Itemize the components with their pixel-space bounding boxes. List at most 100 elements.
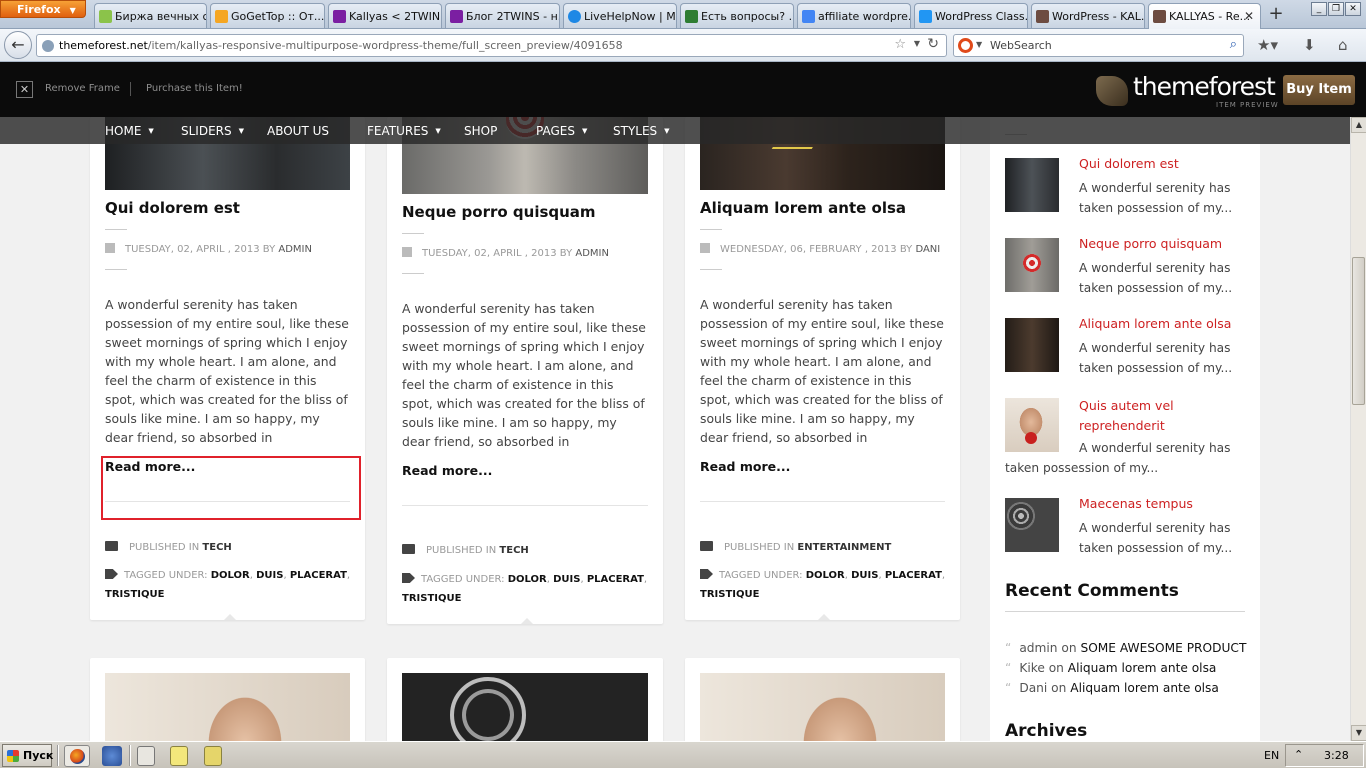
app-icon[interactable] (204, 746, 222, 766)
post-thumbnail[interactable] (1005, 318, 1059, 372)
firefox-menu-button[interactable]: Firefox ▼ (0, 0, 86, 18)
post-category: PUBLISHED IN TECH (402, 544, 529, 556)
popular-post-title[interactable]: Neque porro quisquam (1079, 236, 1222, 251)
menu-item-shop[interactable]: SHOP (464, 124, 497, 138)
minimize-window-button[interactable]: _ (1311, 2, 1327, 16)
clock[interactable]: 3:28 (1324, 749, 1349, 762)
favicon-icon (99, 10, 112, 23)
post-title[interactable]: Aliquam lorem ante olsa (700, 199, 906, 217)
tag-link[interactable]: DOLOR (211, 570, 250, 581)
category-link[interactable]: TECH (202, 542, 231, 553)
popular-post-title[interactable]: Aliquam lorem ante olsa (1079, 316, 1231, 331)
popular-post-title[interactable]: Maecenas tempus (1079, 496, 1193, 511)
bookmarks-icon[interactable]: ★▾ (1257, 36, 1278, 54)
back-button[interactable]: ← (4, 31, 32, 59)
themeforest-leaf-icon (1096, 76, 1128, 106)
close-tab-icon[interactable]: ✕ (1244, 9, 1254, 23)
purchase-item-link[interactable]: Purchase this Item! (146, 83, 243, 94)
comment-post-link[interactable]: Aliquam lorem ante olsa (1070, 681, 1219, 695)
system-tray: ⌃ 3:28 (1285, 744, 1364, 767)
tag-link[interactable]: PLACERAT (885, 570, 942, 581)
tag-link[interactable]: TRISTIQUE (402, 593, 461, 604)
browser-tab[interactable]: Kallyas < 2TWIN... (328, 3, 442, 28)
calculator-icon[interactable] (137, 746, 155, 766)
post-image[interactable] (105, 673, 350, 741)
post-thumbnail[interactable] (1005, 158, 1059, 212)
taskbar-firefox-button[interactable] (64, 745, 90, 767)
site-identity-icon[interactable] (42, 40, 54, 52)
restore-window-button[interactable]: ❐ (1328, 2, 1344, 16)
tray-expand-icon[interactable]: ⌃ (1294, 748, 1303, 761)
tag-link[interactable]: DOLOR (806, 570, 845, 581)
bookmark-star-icon[interactable]: ☆ (894, 37, 906, 52)
menu-item-home[interactable]: HOME ▼ (105, 124, 154, 138)
post-thumbnail[interactable] (1005, 238, 1059, 292)
post-author[interactable]: ADMIN (278, 244, 312, 255)
menu-item-pages[interactable]: PAGES ▼ (536, 124, 587, 138)
tag-link[interactable]: TRISTIQUE (105, 589, 164, 600)
tab-label: Kallyas < 2TWIN... (349, 10, 442, 23)
menu-item-sliders[interactable]: SLIDERS ▼ (181, 124, 244, 138)
page-scrollbar[interactable]: ▲ ▼ (1350, 117, 1366, 741)
scroll-up-arrow-icon[interactable]: ▲ (1351, 117, 1366, 133)
close-icon[interactable]: ✕ (16, 81, 33, 98)
divider (700, 501, 945, 502)
new-tab-button[interactable]: + (1263, 4, 1289, 26)
browser-tab[interactable]: WordPress Class... (914, 3, 1028, 28)
tag-link[interactable]: PLACERAT (587, 574, 644, 585)
scrollbar-thumb[interactable] (1352, 257, 1365, 405)
browser-tab[interactable]: Биржа вечных с... (94, 3, 207, 28)
menu-item-about-us[interactable]: ABOUT US (267, 124, 329, 138)
search-engine-icon[interactable] (958, 38, 973, 53)
browser-tab[interactable]: affiliate wordpre... (797, 3, 911, 28)
address-bar[interactable]: themeforest.net/item/kallyas-responsive-… (36, 34, 947, 57)
category-link[interactable]: TECH (499, 545, 528, 556)
read-more-link[interactable]: Read more... (700, 459, 790, 474)
tag-link[interactable]: DUIS (851, 570, 878, 581)
read-more-link[interactable]: Read more... (402, 463, 492, 478)
caret-down-icon: ▼ (435, 127, 441, 135)
chevron-down-icon[interactable]: ▼ (976, 40, 982, 49)
close-window-button[interactable]: ✕ (1345, 2, 1361, 16)
start-button[interactable]: Пуск (2, 744, 53, 767)
comment-post-link[interactable]: Aliquam lorem ante olsa (1068, 661, 1217, 675)
reload-icon[interactable]: ↻ (927, 36, 939, 52)
tag-link[interactable]: TRISTIQUE (700, 589, 759, 600)
home-icon[interactable]: ⌂ (1338, 36, 1348, 54)
post-author[interactable]: DANI (915, 244, 940, 255)
post-title[interactable]: Qui dolorem est (105, 199, 240, 217)
browser-tab[interactable]: LiveHelpNow | M... (563, 3, 677, 28)
browser-tab[interactable]: GoGetTop :: От... (210, 3, 325, 28)
post-author[interactable]: ADMIN (575, 248, 609, 259)
browser-tab[interactable]: WordPress - KAL... (1031, 3, 1145, 28)
published-label: PUBLISHED IN (724, 542, 795, 553)
tag-link[interactable]: DUIS (256, 570, 283, 581)
favicon-icon (919, 10, 932, 23)
post-thumbnail[interactable] (1005, 498, 1059, 552)
post-image[interactable] (700, 673, 945, 741)
download-icon[interactable]: ⬇ (1303, 36, 1316, 54)
scroll-down-arrow-icon[interactable]: ▼ (1351, 725, 1366, 741)
search-input[interactable]: ▼ WebSearch ⌕ (953, 34, 1244, 57)
menu-item-styles[interactable]: STYLES ▼ (613, 124, 670, 138)
tag-link[interactable]: PLACERAT (290, 570, 347, 581)
popular-post-title[interactable]: Qui dolorem est (1079, 156, 1179, 171)
menu-item-features[interactable]: FEATURES ▼ (367, 124, 441, 138)
notepad-icon[interactable] (170, 746, 188, 766)
tag-link[interactable]: DOLOR (508, 574, 547, 585)
category-link[interactable]: ENTERTAINMENT (797, 542, 891, 553)
popular-post-title[interactable]: Quis autem vel reprehenderit (1079, 396, 1229, 436)
post-image[interactable] (402, 673, 648, 741)
tag-link[interactable]: DUIS (553, 574, 580, 585)
post-title[interactable]: Neque porro quisquam (402, 203, 596, 221)
search-icon[interactable]: ⌕ (1230, 37, 1237, 52)
browser-tab[interactable]: Есть вопросы? ... (680, 3, 794, 28)
internet-icon[interactable] (102, 746, 122, 766)
chevron-down-icon[interactable]: ▼ (914, 39, 920, 48)
buy-item-button[interactable]: Buy Item (1283, 75, 1355, 105)
browser-tab[interactable]: Блог 2TWINS - н... (445, 3, 560, 28)
browser-tab-active[interactable]: KALLYAS - Re... ✕ (1148, 3, 1261, 29)
comment-post-link[interactable]: SOME AWESOME PRODUCT (1080, 641, 1246, 655)
language-indicator[interactable]: EN (1264, 749, 1279, 762)
remove-frame-link[interactable]: Remove Frame (45, 83, 120, 94)
